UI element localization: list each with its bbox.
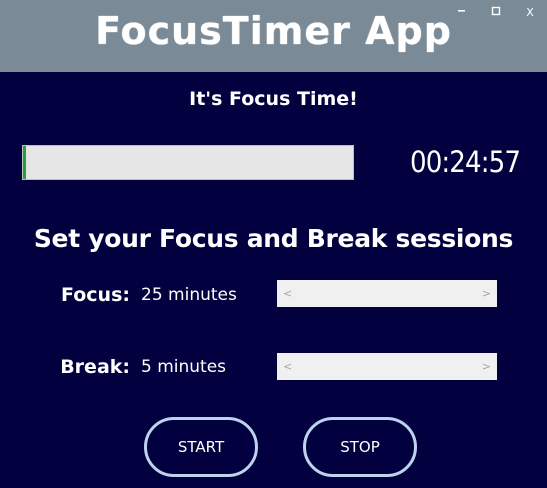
chevron-right-icon[interactable]: > (482, 360, 491, 373)
stop-button[interactable]: STOP (303, 417, 417, 477)
chevron-right-icon[interactable]: > (482, 287, 491, 300)
focus-value: 25 minutes (141, 285, 237, 305)
focus-status-text: It's Focus Time! (189, 88, 358, 110)
break-slider[interactable]: < > (277, 353, 497, 380)
start-button[interactable]: START (144, 417, 258, 477)
close-icon: X (526, 5, 534, 19)
settings-heading: Set your Focus and Break sessions (33, 224, 514, 253)
title-bar: FocusTimer App X (0, 0, 547, 72)
maximize-icon (491, 6, 501, 19)
focus-slider[interactable]: < > (277, 280, 497, 307)
focus-progress-bar (22, 145, 354, 180)
window-controls: X (445, 0, 547, 24)
minimize-icon (457, 6, 467, 19)
minimize-button[interactable] (445, 0, 479, 24)
chevron-left-icon[interactable]: < (283, 360, 292, 373)
maximize-button[interactable] (479, 0, 513, 24)
close-button[interactable]: X (513, 0, 547, 24)
break-value: 5 minutes (141, 357, 227, 377)
break-label: Break: (60, 356, 130, 378)
focus-label: Focus: (61, 284, 130, 306)
time-remaining: 00:24:57 (410, 145, 521, 179)
chevron-left-icon[interactable]: < (283, 287, 292, 300)
progress-fill (23, 146, 27, 179)
